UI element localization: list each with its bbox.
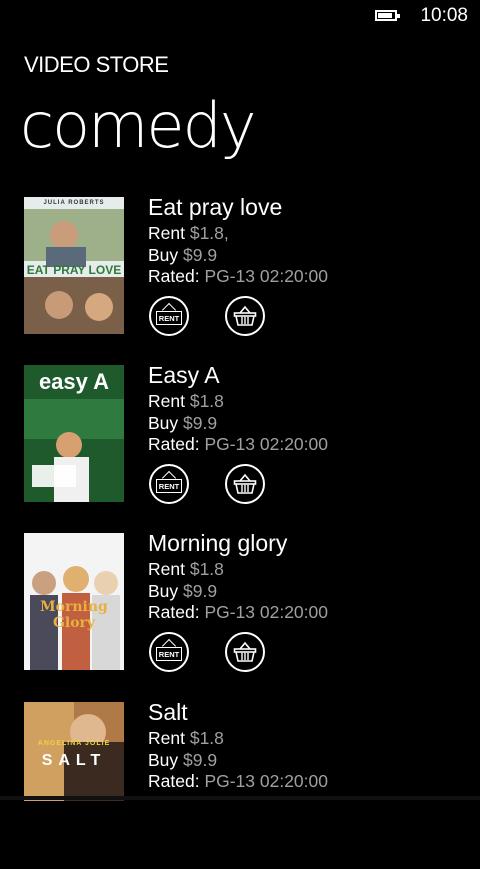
buy-price-line: Buy $9.9: [148, 581, 218, 601]
movie-item[interactable]: Morning Glory Morning glory Rent $1.8 Bu…: [0, 530, 480, 700]
movie-title[interactable]: Salt: [148, 699, 188, 726]
rent-button[interactable]: RENT: [149, 296, 189, 336]
poster-main-text: easy A: [38, 369, 110, 394]
buy-price-line: Buy $9.9: [148, 750, 218, 770]
status-clock: 10:08: [420, 5, 468, 26]
poster-top-text: JULIA ROBERTS: [43, 200, 105, 206]
buy-button[interactable]: [225, 464, 265, 504]
app-title: VIDEO STORE: [24, 52, 169, 77]
rent-sign-icon: RENT: [156, 479, 182, 493]
rent-price-line: Rent $1.8: [148, 559, 224, 579]
movie-title[interactable]: Eat pray love: [148, 194, 282, 221]
movie-poster[interactable]: easy A: [24, 365, 124, 502]
rent-price: $1.8,: [189, 223, 229, 243]
poster-main-text: SALT: [41, 752, 107, 769]
battery-icon: [375, 10, 400, 21]
movie-item[interactable]: ANGELINA JOLIE SALT Salt Rent $1.8 Buy $…: [0, 699, 480, 869]
movie-poster[interactable]: Morning Glory: [24, 533, 124, 670]
rating-value: PG-13 02:20:00: [204, 771, 328, 791]
rent-price: $1.8: [189, 728, 224, 748]
movie-poster[interactable]: ANGELINA JOLIE SALT: [24, 702, 124, 801]
rent-price-line: Rent $1.8: [148, 728, 224, 748]
buy-price: $9.9: [183, 413, 218, 433]
rent-button[interactable]: RENT: [149, 464, 189, 504]
movie-title[interactable]: Easy A: [148, 362, 220, 389]
poster-main-text: Morning Glory: [40, 599, 108, 631]
movie-item[interactable]: JULIA ROBERTS EAT PRAY LOVE Eat pray lov…: [0, 194, 480, 364]
bottom-edge: [0, 796, 480, 800]
rating-line: Rated: PG-13 02:20:00: [148, 266, 328, 286]
rating-value: PG-13 02:20:00: [204, 266, 328, 286]
poster-main-text: EAT PRAY LOVE: [26, 263, 122, 277]
rent-sign-icon: RENT: [156, 311, 182, 325]
buy-price-line: Buy $9.9: [148, 413, 218, 433]
rent-price-line: Rent $1.8: [148, 391, 224, 411]
status-bar: 10:08: [0, 0, 480, 32]
rent-price: $1.8: [189, 391, 224, 411]
buy-price: $9.9: [183, 581, 218, 601]
rating-value: PG-13 02:20:00: [204, 602, 328, 622]
buy-price-line: Buy $9.9: [148, 245, 218, 265]
basket-icon: [233, 641, 257, 662]
rating-line: Rated: PG-13 02:20:00: [148, 602, 328, 622]
rating-line: Rated: PG-13 02:20:00: [148, 771, 328, 791]
movie-item[interactable]: easy A Easy A Rent $1.8 Buy $9.9 Rated: …: [0, 362, 480, 532]
buy-price: $9.9: [183, 750, 218, 770]
basket-icon: [233, 473, 257, 494]
movie-title[interactable]: Morning glory: [148, 530, 287, 557]
movie-poster[interactable]: JULIA ROBERTS EAT PRAY LOVE: [24, 197, 124, 334]
rent-button[interactable]: RENT: [149, 632, 189, 672]
rent-sign-icon: RENT: [156, 647, 182, 661]
buy-button[interactable]: [225, 296, 265, 336]
rent-price-line: Rent $1.8,: [148, 223, 229, 243]
basket-icon: [233, 305, 257, 326]
rent-price: $1.8: [189, 559, 224, 579]
buy-price: $9.9: [183, 245, 218, 265]
buy-button[interactable]: [225, 632, 265, 672]
page-title: comedy: [20, 89, 257, 162]
rating-value: PG-13 02:20:00: [204, 434, 328, 454]
poster-top-text: ANGELINA JOLIE: [37, 740, 111, 747]
rating-line: Rated: PG-13 02:20:00: [148, 434, 328, 454]
